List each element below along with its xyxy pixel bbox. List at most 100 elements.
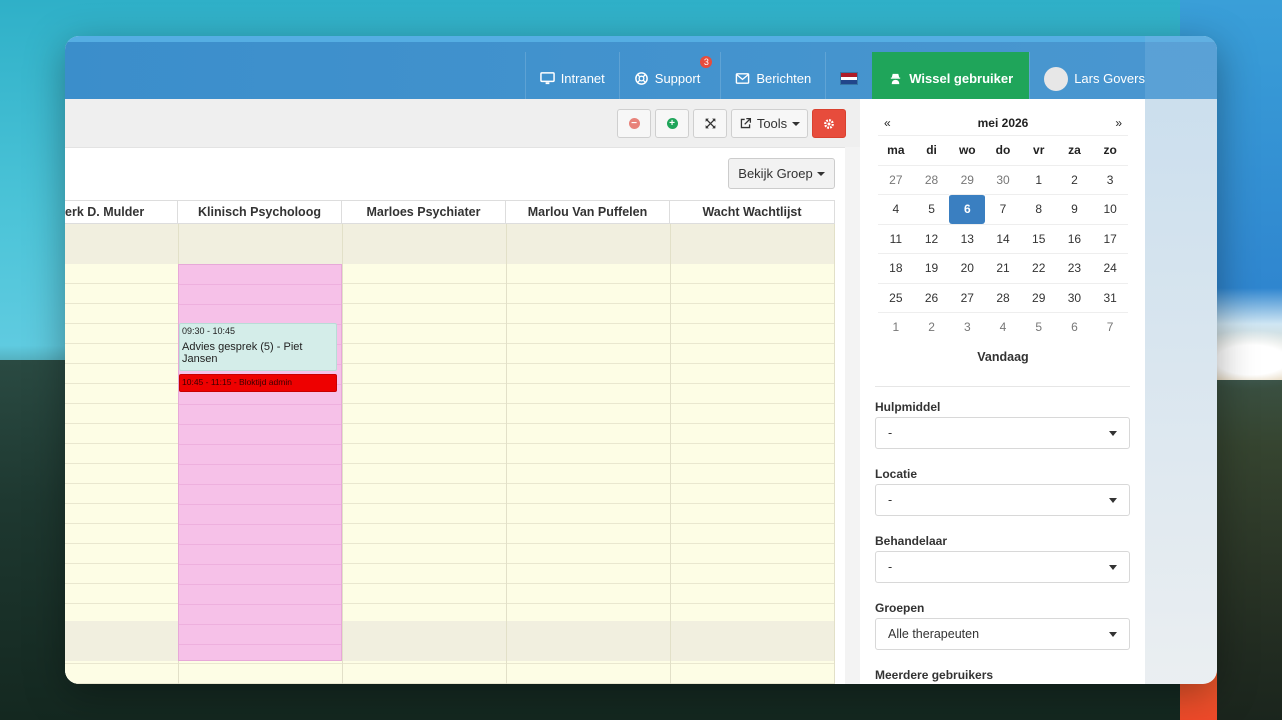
calendar-day[interactable]: 29	[949, 164, 986, 195]
locatie-value: -	[888, 493, 893, 507]
monitor-icon	[539, 72, 555, 85]
weekday-header: ma	[878, 135, 914, 165]
tools-dropdown[interactable]: Tools	[731, 109, 808, 138]
calendar-day[interactable]: 2	[1056, 164, 1093, 195]
nav-support-label: Support	[654, 71, 701, 86]
column-header[interactable]: Marlou Van Puffelen	[506, 201, 670, 223]
calendar-day[interactable]: 29	[1020, 282, 1057, 313]
caret-down-icon	[1109, 565, 1117, 570]
column-divider	[506, 224, 507, 684]
calendar-day[interactable]: 19	[913, 253, 950, 283]
agenda-time-grid[interactable]: 09:30 - 10:45 Advies gesprek (5) - Piet …	[65, 224, 835, 684]
right-sidebar: « mei 2026 » ma di wo do vr za zo 27 28 29 30 1 2 3 4 5…	[860, 99, 1145, 684]
calendar-day[interactable]: 3	[1092, 164, 1128, 195]
calendar-day[interactable]: 14	[985, 223, 1021, 254]
language-flag-nl[interactable]	[825, 52, 872, 105]
today-button[interactable]: Vandaag	[878, 350, 1128, 364]
calendar-day[interactable]: 7	[1092, 312, 1128, 342]
calendar-day[interactable]: 15	[1020, 223, 1057, 254]
weekday-header: za	[1056, 135, 1093, 165]
calendar-day[interactable]: 4	[878, 194, 914, 224]
calendar-day[interactable]: 9	[1056, 194, 1093, 224]
hulpmiddel-select[interactable]: -	[875, 417, 1130, 449]
calendar-day[interactable]: 6	[1056, 312, 1093, 342]
weekday-header: do	[985, 135, 1021, 165]
calendar-day[interactable]: 30	[985, 164, 1021, 195]
calendar-month-title[interactable]: mei 2026	[978, 116, 1029, 130]
calendar-day[interactable]: 1	[878, 312, 914, 342]
column-header[interactable]: Marloes Psychiater	[342, 201, 506, 223]
calendar-day[interactable]: 3	[949, 312, 986, 342]
groepen-select[interactable]: Alle therapeuten	[875, 618, 1130, 650]
calendar-day[interactable]: 13	[949, 223, 986, 254]
calendar-day[interactable]: 7	[985, 194, 1021, 224]
calendar-day[interactable]: 2	[913, 312, 950, 342]
behandelaar-select[interactable]: -	[875, 551, 1130, 583]
calendar-day[interactable]: 28	[985, 282, 1021, 313]
appointment-title: Advies gesprek (5) - Piet Jansen	[182, 341, 303, 365]
meerdere-gebruikers-label: Meerdere gebruikers	[875, 668, 994, 682]
background-hills-right	[1217, 380, 1282, 720]
hulpmiddel-value: -	[888, 426, 893, 440]
column-header[interactable]: Klinisch Psycholoog	[178, 201, 342, 223]
calendar-day[interactable]: 21	[985, 253, 1021, 283]
calendar-day[interactable]: 23	[1056, 253, 1093, 283]
fullscreen-button[interactable]	[693, 109, 727, 138]
locatie-label: Locatie	[875, 467, 918, 481]
tools-label: Tools	[756, 116, 788, 131]
calendar-day[interactable]: 22	[1020, 253, 1057, 283]
calendar-day[interactable]: 27	[949, 282, 986, 313]
calendar-day[interactable]: 28	[913, 164, 950, 195]
calendar-day[interactable]: 20	[949, 253, 986, 283]
user-name: Lars Govers	[1074, 71, 1145, 86]
blocked-time-label: 10:45 - 11:15 - Bloktijd admin	[182, 377, 292, 387]
calendar-day[interactable]: 4	[985, 312, 1021, 342]
calendar-day[interactable]: 6	[949, 194, 986, 224]
calendar-day[interactable]: 11	[878, 223, 914, 254]
nav-intranet[interactable]: Intranet	[524, 52, 619, 105]
window-edge-overlay	[1145, 36, 1217, 684]
calendar-day[interactable]: 30	[1056, 282, 1093, 313]
calendar-day[interactable]: 25	[878, 282, 914, 313]
calendar-day[interactable]: 1	[1020, 164, 1057, 195]
nav-support[interactable]: Support 3	[618, 52, 721, 105]
switch-user-button[interactable]: Wissel gebruiker	[872, 52, 1030, 105]
calendar-day[interactable]: 27	[878, 164, 914, 195]
calendar-prev-button[interactable]: «	[884, 116, 891, 130]
calendar-day[interactable]: 8	[1020, 194, 1057, 224]
divider	[875, 386, 1130, 387]
calendar-next-button[interactable]: »	[1115, 116, 1122, 130]
calendar-day[interactable]: 12	[913, 223, 950, 254]
calendar-day[interactable]: 5	[1020, 312, 1057, 342]
calendar-day[interactable]: 18	[878, 253, 914, 283]
column-header[interactable]: Wacht Wachtlijst	[670, 201, 835, 223]
appointment[interactable]: 09:30 - 10:45 Advies gesprek (5) - Piet …	[179, 323, 337, 371]
calendar-day[interactable]: 26	[913, 282, 950, 313]
column-divider	[670, 224, 671, 684]
calendar-header: « mei 2026 »	[878, 111, 1128, 135]
behandelaar-label: Behandelaar	[875, 534, 948, 548]
column-header[interactable]: erk D. Mulder	[65, 201, 178, 223]
add-button[interactable]: +	[655, 109, 689, 138]
minus-circle-icon: −	[628, 118, 640, 129]
remove-button[interactable]: −	[617, 109, 651, 138]
calendar-day[interactable]: 17	[1092, 223, 1128, 254]
calendar-day[interactable]: 31	[1092, 282, 1128, 313]
view-group-dropdown[interactable]: Bekijk Groep	[728, 158, 835, 189]
settings-button[interactable]	[812, 109, 846, 138]
blocked-time[interactable]: 10:45 - 11:15 - Bloktijd admin	[179, 374, 337, 392]
calendar-day[interactable]: 24	[1092, 253, 1128, 283]
groepen-value: Alle therapeuten	[888, 627, 980, 641]
calendar-day[interactable]: 10	[1092, 194, 1128, 224]
nav-menu: Intranet Support 3 Berichten Wissel gebr…	[524, 52, 1217, 105]
calendar-day[interactable]: 16	[1056, 223, 1093, 254]
weekday-header: di	[913, 135, 950, 165]
switch-user-label: Wissel gebruiker	[909, 71, 1014, 86]
caret-down-icon	[816, 171, 825, 176]
calendar-day[interactable]: 5	[913, 194, 950, 224]
locatie-select[interactable]: -	[875, 484, 1130, 516]
mini-calendar: « mei 2026 » ma di wo do vr za zo 27 28 29 30 1 2 3 4 5…	[878, 111, 1128, 364]
nav-berichten[interactable]: Berichten	[720, 52, 825, 105]
behandelaar-value: -	[888, 560, 893, 574]
off-hours-band	[65, 224, 835, 264]
